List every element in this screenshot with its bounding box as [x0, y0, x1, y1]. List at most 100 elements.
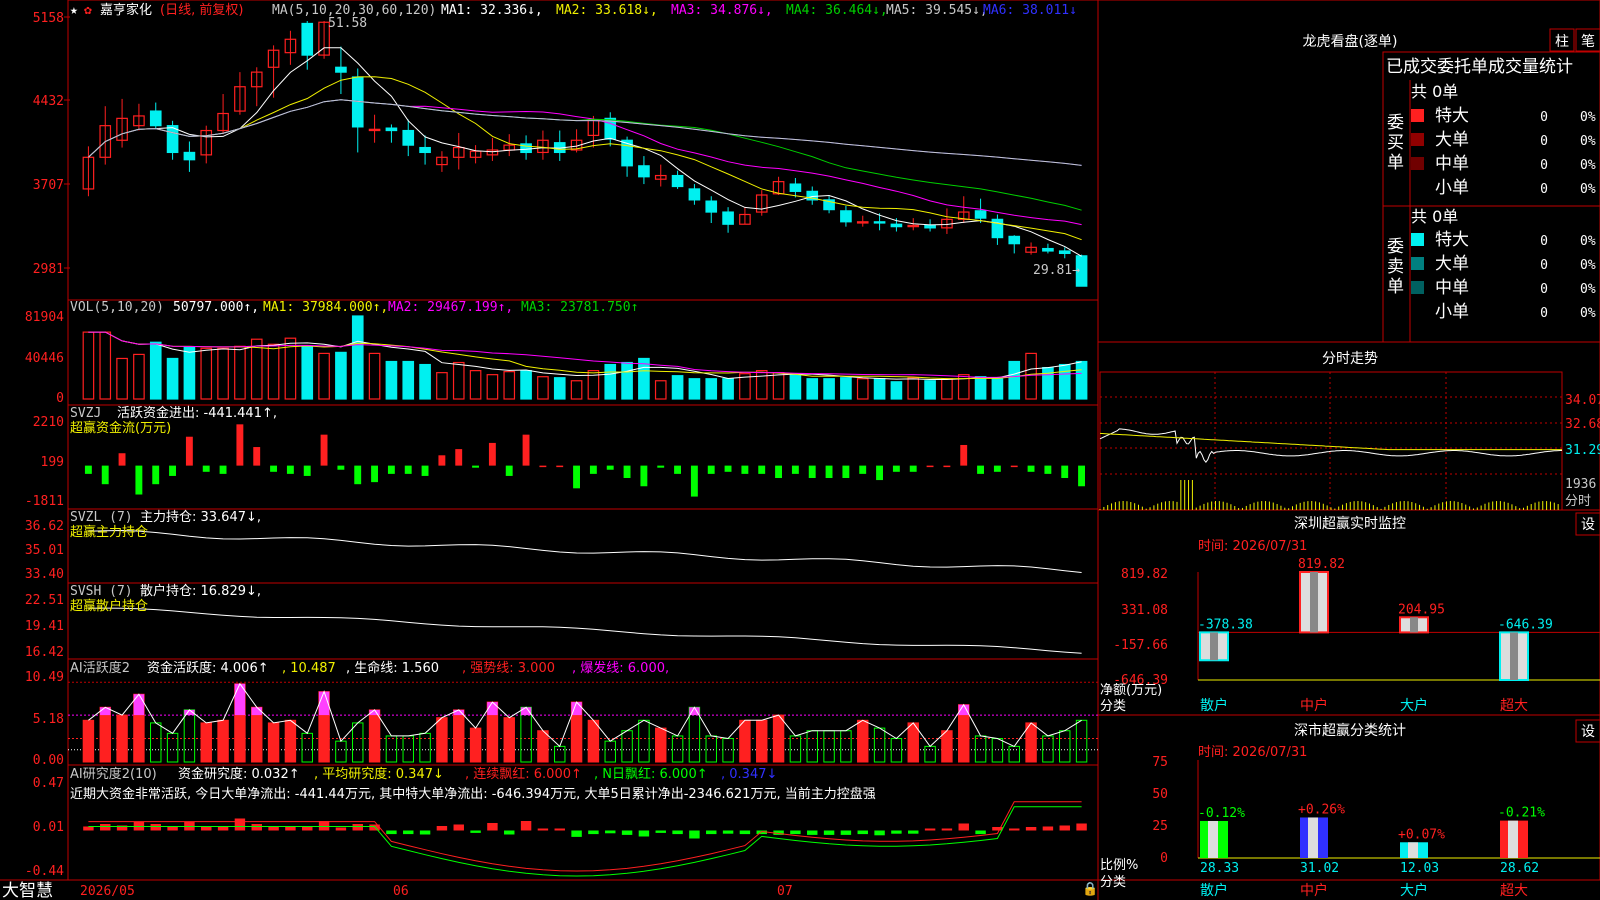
svzj-sub: 超赢资金流(万元): [70, 420, 171, 436]
candle-body: [840, 210, 852, 223]
vol-ma2-line: [88, 331, 1082, 380]
ai1-burst-line: , 爆发线: 6.000,: [572, 660, 669, 676]
activity-bar: [217, 719, 229, 763]
svzl-tick: 33.40: [25, 567, 64, 582]
monitor-category: 大户: [1400, 697, 1428, 714]
fund-flow-panel[interactable]: [84, 424, 1085, 497]
intraday-price-line: [1099, 428, 1562, 464]
volume-bar: [1075, 360, 1088, 400]
monitor-category: 中户: [1300, 697, 1328, 714]
volume-bar: [217, 347, 229, 400]
settings-icon[interactable]: ✿: [84, 3, 92, 18]
size-swatch: [1411, 257, 1424, 270]
size-percent: 0%: [1580, 306, 1596, 321]
research-bar: [891, 830, 902, 834]
adjust-mode[interactable]: (日线, 前复权): [160, 2, 243, 18]
ai-research-panel[interactable]: [83, 801, 1087, 877]
fund-flow-bar: [354, 465, 362, 485]
tick-view-label: 笔: [1581, 34, 1595, 50]
ai-activity-panel[interactable]: [68, 681, 1098, 763]
fund-flow-bar: [472, 465, 479, 468]
volume-bar: [99, 331, 112, 400]
research-bar: [537, 828, 549, 831]
volume-bar: [234, 345, 246, 400]
side-label: 单: [1387, 277, 1404, 297]
volume-bar: [840, 377, 852, 400]
intraday-tick: 31.29: [1565, 443, 1600, 458]
size-name: 特大: [1435, 106, 1469, 126]
volume-bar: [1058, 363, 1071, 400]
lhb-tabs[interactable]: 已成交委托单成交量统计: [1386, 57, 1573, 77]
monitor-category: 超大: [1500, 698, 1528, 714]
volume-bar: [1025, 352, 1037, 400]
classify-title: 深市超赢分类统计: [1294, 722, 1406, 739]
volume-panel[interactable]: [82, 315, 1088, 400]
price-panel[interactable]: [82, 21, 1088, 287]
ma6-value: MA6: 38.011↓: [983, 3, 1077, 18]
fund-flow-bar: [724, 465, 732, 472]
research-line-green: [88, 806, 1082, 877]
volume-bar: [1008, 360, 1021, 400]
activity-bar: [789, 735, 802, 763]
research-bar: [638, 830, 650, 837]
activity-bar: [857, 719, 869, 763]
fund-flow-bar: [1027, 465, 1035, 472]
activity-bar: [772, 714, 785, 763]
classify-bar-shade: [1508, 820, 1518, 858]
research-bar: [520, 820, 532, 831]
fund-flow-bar: [606, 465, 614, 470]
lock-icon[interactable]: 🔒: [1082, 882, 1098, 897]
candle-body: [183, 151, 196, 161]
monitor-bar-shade: [1410, 617, 1418, 633]
side-label: 买: [1387, 133, 1404, 153]
size-percent: 0%: [1580, 158, 1596, 173]
svsh-sub: 超赢散户持仓: [70, 598, 148, 614]
research-bar: [217, 826, 229, 831]
volume-bar: [907, 377, 920, 400]
fund-flow-bar: [219, 465, 227, 474]
research-bar: [83, 826, 94, 831]
classify-value-label: 28.62: [1500, 861, 1539, 876]
lhb-title: 龙虎看盘(逐单): [1303, 33, 1398, 50]
research-bar: [807, 830, 818, 835]
fund-flow-bar: [371, 465, 378, 483]
research-bar: [318, 820, 330, 831]
activity-bar: [941, 730, 953, 763]
activity-bar: [604, 740, 616, 763]
candle-body: [924, 224, 936, 229]
activity-bar: [200, 722, 212, 763]
research-bar: [655, 830, 666, 833]
fund-flow-bar: [522, 434, 530, 466]
volume-bar: [789, 374, 802, 400]
fund-flow-bar: [758, 465, 766, 474]
ai1-strong-line: , 强势线: 3.000: [462, 660, 555, 676]
retail-position-line: [88, 607, 1082, 654]
volume-bar: [368, 352, 381, 400]
fund-flow-bar: [960, 444, 968, 466]
candle-body: [705, 200, 718, 213]
candle-body: [335, 66, 347, 73]
activity-bar: [554, 745, 566, 763]
size-volume: 0: [1540, 182, 1548, 197]
volume-bar: [924, 380, 936, 400]
research-bar: [100, 823, 111, 831]
activity-bar: [739, 719, 751, 763]
research-bar: [403, 830, 414, 835]
price-tick: 2981: [33, 262, 64, 277]
research-bar: [874, 830, 885, 836]
volume-bar: [82, 331, 95, 400]
retail-position-panel[interactable]: [88, 607, 1082, 654]
research-bar: [150, 823, 161, 831]
panel-border: [67, 299, 1099, 406]
favorite-star-icon[interactable]: ★: [70, 3, 78, 18]
classify-change-label: -0.21%: [1498, 806, 1545, 821]
fund-flow-bar: [488, 442, 496, 466]
candle-body: [149, 110, 162, 127]
svzj-title: 活跃资金进出: -441.441↑,: [117, 405, 277, 421]
main-position-panel[interactable]: [88, 529, 1082, 573]
activity-bar: [688, 706, 701, 763]
monitor-ylabel: 净额(万元): [1100, 683, 1162, 698]
research-bar: [453, 824, 464, 831]
last-price-mark: 29.81→: [1033, 263, 1080, 278]
volume-bar: [553, 377, 566, 400]
